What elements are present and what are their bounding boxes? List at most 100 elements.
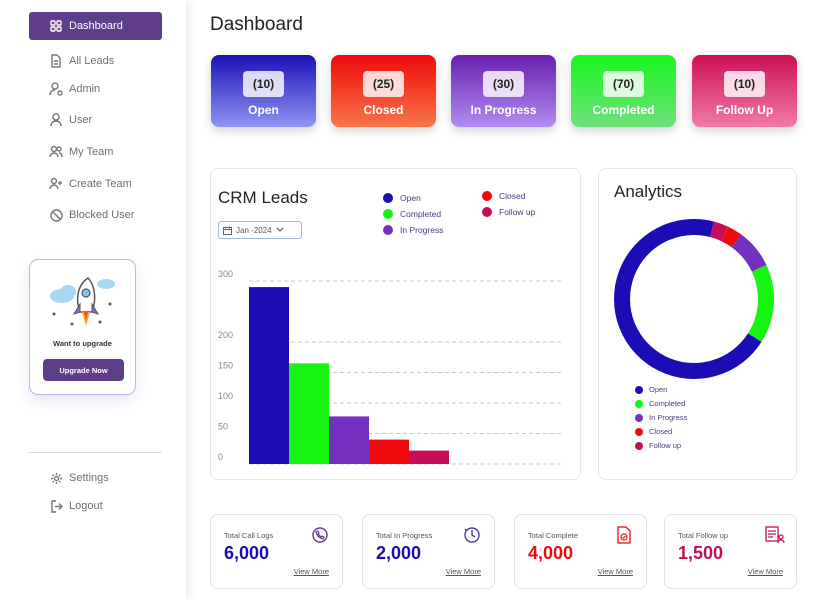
summary-card-label: Total In Progress bbox=[376, 531, 433, 540]
gear-icon bbox=[49, 471, 63, 485]
sidebar-item-label: Dashboard bbox=[69, 20, 123, 32]
y-tick-label: 50 bbox=[218, 422, 228, 432]
sidebar-item-logout[interactable]: Logout bbox=[29, 492, 162, 520]
y-tick-label: 200 bbox=[218, 330, 233, 340]
donut-slice-closed[interactable] bbox=[721, 226, 742, 248]
summary-card-label: Total Follow up bbox=[678, 531, 729, 540]
analytics-donut-chart bbox=[614, 219, 774, 379]
stat-card-closed[interactable]: (25) Closed bbox=[331, 55, 436, 127]
sidebar-item-label: Logout bbox=[69, 500, 103, 512]
user-plus-icon bbox=[49, 177, 63, 191]
sidebar-item-label: Settings bbox=[69, 472, 109, 484]
sidebar-divider bbox=[29, 452, 162, 453]
progress-icon bbox=[462, 525, 482, 545]
donut-slice-in-progress[interactable] bbox=[731, 234, 767, 273]
legend-label: Follow up bbox=[649, 441, 682, 450]
bar-in-progress[interactable] bbox=[329, 416, 369, 464]
document-icon bbox=[49, 54, 63, 68]
stat-label: In Progress bbox=[470, 103, 537, 117]
bar-follow-up[interactable] bbox=[409, 450, 449, 464]
stat-card-follow-up[interactable]: (10) Follow Up bbox=[692, 55, 797, 127]
crm-leads-panel: CRM Leads Jan -2024 Open Completed In Prog… bbox=[210, 168, 581, 480]
legend-item: Completed bbox=[635, 399, 685, 408]
legend-label: Open bbox=[649, 385, 668, 394]
sidebar-item-label: Blocked User bbox=[69, 209, 135, 221]
legend-label: In Progress bbox=[649, 413, 688, 422]
legend-swatch bbox=[635, 385, 643, 394]
legend-item: Closed bbox=[635, 427, 672, 436]
sidebar-item-label: Admin bbox=[69, 83, 101, 95]
view-more-link[interactable]: View More bbox=[294, 567, 329, 576]
sidebar: Dashboard All Leads Admin User My Team C… bbox=[0, 0, 186, 600]
analytics-panel: Analytics Open Completed In Progress Closed… bbox=[598, 168, 797, 480]
bar-completed[interactable] bbox=[289, 363, 329, 464]
sidebar-item-admin[interactable]: Admin bbox=[29, 75, 162, 103]
legend-item: Follow up bbox=[635, 441, 681, 450]
sidebar-item-user[interactable]: User bbox=[29, 106, 162, 134]
upgrade-card: Want to upgrade Upgrade Now bbox=[29, 259, 136, 395]
user-icon bbox=[49, 113, 63, 127]
stat-card-in-progress[interactable]: (30) In Progress bbox=[451, 55, 556, 127]
view-more-link[interactable]: View More bbox=[748, 567, 783, 576]
legend-item: Open bbox=[635, 385, 667, 394]
summary-card-total-follow-up: Total Follow up 1,500 View More bbox=[664, 514, 797, 589]
sidebar-item-all-leads[interactable]: All Leads bbox=[29, 47, 162, 75]
donut-slice-completed[interactable] bbox=[747, 264, 774, 342]
sidebar-item-create-team[interactable]: Create Team bbox=[29, 170, 162, 198]
summary-card-total-in-progress: Total In Progress 2,000 View More bbox=[362, 514, 495, 589]
y-tick-label: 150 bbox=[218, 361, 233, 371]
sidebar-item-blocked-user[interactable]: Blocked User bbox=[29, 201, 162, 229]
stat-label: Closed bbox=[363, 103, 404, 117]
users-icon bbox=[49, 145, 63, 159]
rocket-illustration bbox=[50, 277, 115, 326]
legend-label: Closed bbox=[649, 427, 673, 436]
donut-slice-follow-up[interactable] bbox=[709, 221, 729, 242]
stat-card-completed[interactable]: (70) Completed bbox=[571, 55, 676, 127]
stat-label: Follow Up bbox=[715, 103, 774, 117]
grid-icon bbox=[49, 19, 63, 33]
stat-label: Open bbox=[248, 103, 279, 117]
legend-swatch bbox=[635, 399, 643, 408]
sidebar-item-label: Create Team bbox=[69, 178, 132, 190]
follow-up-icon bbox=[764, 525, 785, 545]
call-log-icon bbox=[310, 525, 330, 545]
y-tick-label: 300 bbox=[218, 269, 233, 279]
legend-swatch bbox=[635, 441, 643, 450]
bar-closed[interactable] bbox=[369, 439, 409, 464]
stat-count: (10) bbox=[243, 71, 284, 97]
stat-count: (30) bbox=[483, 71, 524, 97]
stat-count: (10) bbox=[724, 71, 765, 97]
summary-card-total-call-logs: Total Call Logs 6,000 View More bbox=[210, 514, 343, 589]
sidebar-item-label: User bbox=[69, 114, 93, 126]
upgrade-text: Want to upgrade bbox=[53, 339, 112, 348]
summary-card-label: Total Complete bbox=[528, 531, 579, 540]
page-title: Dashboard bbox=[210, 14, 303, 35]
legend-item: In Progress bbox=[635, 413, 687, 422]
y-tick-label: 0 bbox=[218, 452, 223, 462]
summary-card-label: Total Call Logs bbox=[224, 531, 274, 540]
crm-bar-chart: 0 50 100 150 200 300 bbox=[218, 269, 563, 465]
bar-open[interactable] bbox=[249, 287, 289, 464]
logout-icon bbox=[49, 499, 63, 513]
y-tick-label: 100 bbox=[218, 391, 233, 401]
sidebar-item-settings[interactable]: Settings bbox=[29, 464, 162, 492]
complete-doc-icon bbox=[614, 525, 634, 545]
summary-card-value: 1,500 bbox=[678, 543, 724, 563]
summary-card-value: 6,000 bbox=[224, 543, 270, 563]
upgrade-now-button[interactable]: Upgrade Now bbox=[43, 359, 124, 381]
user-gear-icon bbox=[49, 82, 63, 96]
summary-card-value: 2,000 bbox=[376, 543, 422, 563]
legend-label: Completed bbox=[649, 399, 686, 408]
summary-card-value: 4,000 bbox=[528, 543, 574, 563]
legend-swatch bbox=[635, 413, 643, 422]
sidebar-item-dashboard[interactable]: Dashboard bbox=[29, 12, 162, 40]
block-icon bbox=[49, 208, 63, 222]
stat-card-open[interactable]: (10) Open bbox=[211, 55, 316, 127]
stat-count: (25) bbox=[363, 71, 404, 97]
stat-label: Completed bbox=[592, 103, 655, 117]
sidebar-item-label: My Team bbox=[69, 146, 114, 158]
legend-swatch bbox=[635, 427, 643, 436]
view-more-link[interactable]: View More bbox=[598, 567, 633, 576]
view-more-link[interactable]: View More bbox=[446, 567, 481, 576]
sidebar-item-my-team[interactable]: My Team bbox=[29, 138, 162, 166]
